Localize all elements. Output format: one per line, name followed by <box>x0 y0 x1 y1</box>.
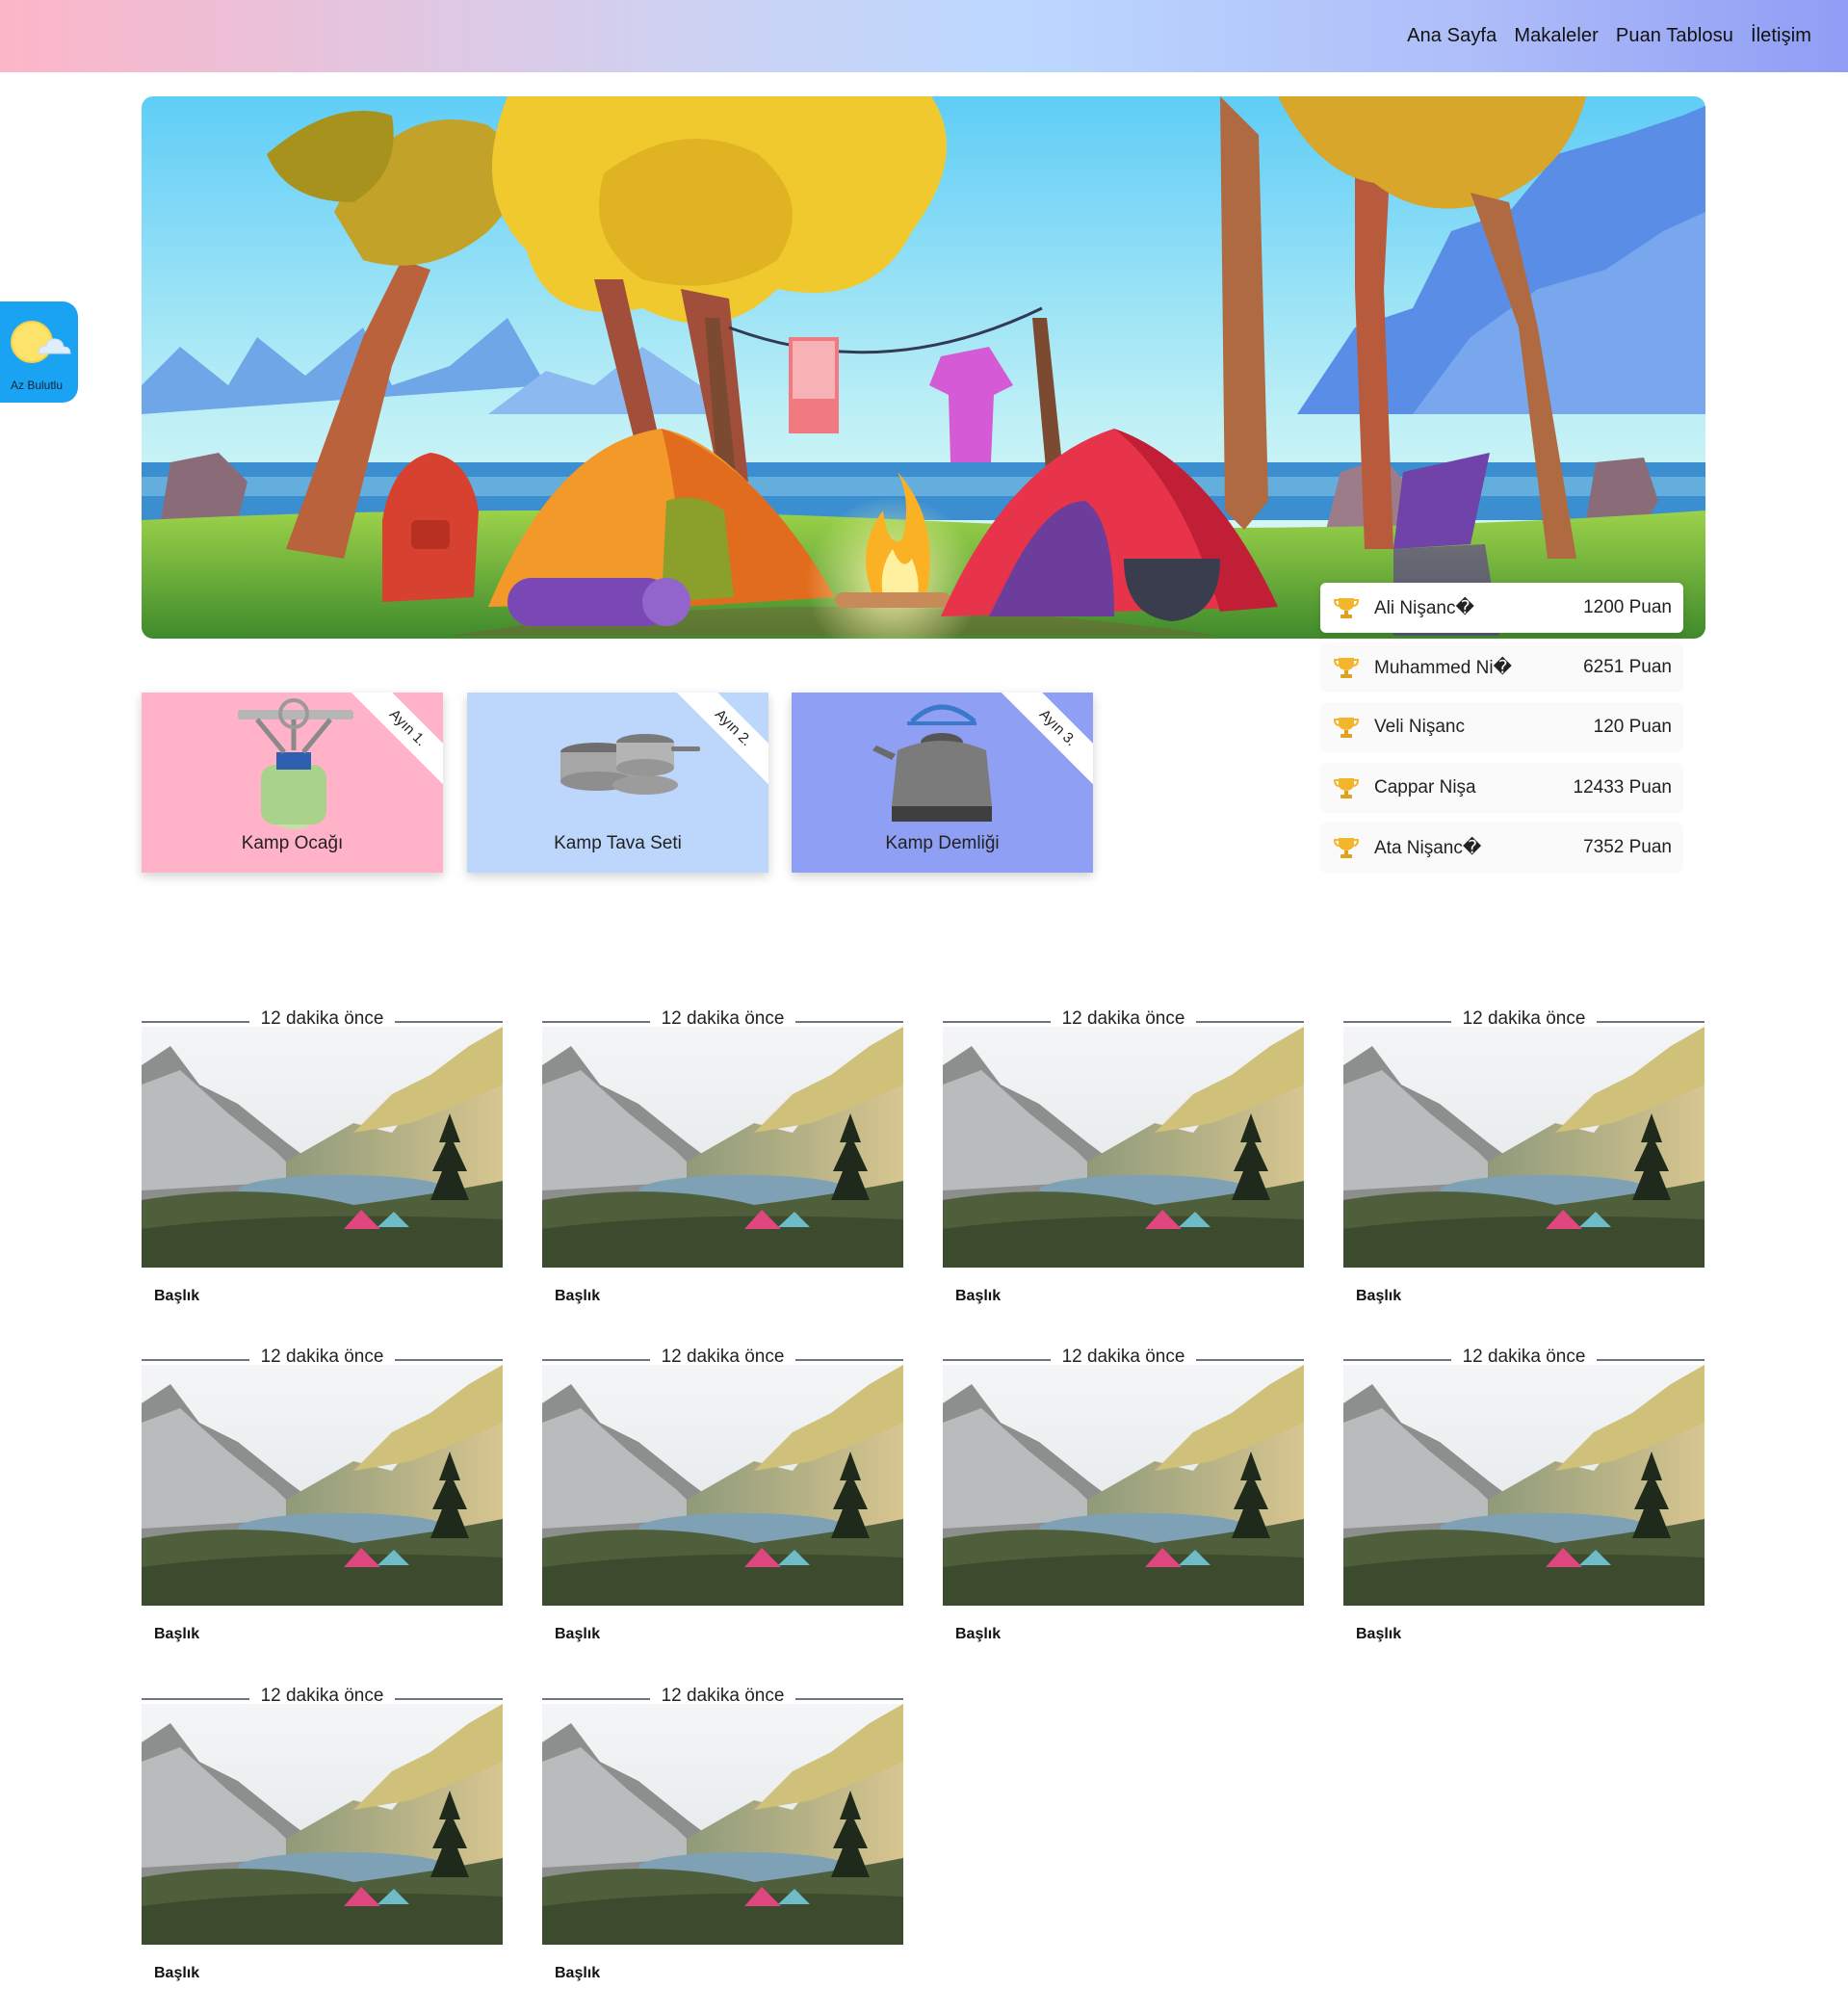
trophy-icon <box>1334 778 1359 798</box>
article-title[interactable]: Başlık <box>555 1626 600 1643</box>
product-card-camp-kettle[interactable]: Ayın 3. Kamp Demliği <box>792 693 1093 873</box>
article-title[interactable]: Başlık <box>555 1965 600 1982</box>
leaderboard-row[interactable]: Cappar Nişa 12433 Puan <box>1320 763 1683 813</box>
article-thumbnail[interactable] <box>943 1365 1304 1606</box>
article-card[interactable]: 12 dakika önce Başlık <box>542 1346 903 1652</box>
nav-link-contact[interactable]: İletişim <box>1751 25 1811 47</box>
article-card[interactable]: 12 dakika önce Başlık <box>1343 1008 1705 1314</box>
article-card[interactable]: 12 dakika önce Başlık <box>1343 1346 1705 1652</box>
article-title[interactable]: Başlık <box>955 1288 1001 1305</box>
article-title[interactable]: Başlık <box>1356 1288 1401 1305</box>
article-card[interactable]: 12 dakika önce Başlık <box>542 1008 903 1314</box>
article-title[interactable]: Başlık <box>955 1626 1001 1643</box>
top-navbar: Ana Sayfa Makaleler Puan Tablosu İletişi… <box>0 0 1848 72</box>
main-nav: Ana Sayfa Makaleler Puan Tablosu İletişi… <box>1407 0 1811 72</box>
nav-link-home[interactable]: Ana Sayfa <box>1407 25 1497 47</box>
article-card[interactable]: 12 dakika önce Başlık <box>542 1685 903 1991</box>
article-thumbnail[interactable] <box>1343 1027 1705 1268</box>
partly-cloudy-icon <box>11 321 71 363</box>
leaderboard-row[interactable]: Muhammed Ni� 6251 Puan <box>1320 642 1683 693</box>
weather-widget[interactable]: Az Bulutlu <box>0 301 78 403</box>
trophy-icon <box>1334 598 1359 618</box>
product-name: Kamp Tava Seti <box>554 833 682 853</box>
article-title[interactable]: Başlık <box>154 1288 199 1305</box>
article-title[interactable]: Başlık <box>1356 1626 1401 1643</box>
article-thumbnail[interactable] <box>542 1704 903 1945</box>
article-card[interactable]: 12 dakika önce Başlık <box>943 1008 1304 1314</box>
product-name: Kamp Ocağı <box>241 833 344 853</box>
article-thumbnail[interactable] <box>1343 1365 1705 1606</box>
player-name: Veli Nişanc <box>1374 717 1465 737</box>
article-thumbnail[interactable] <box>142 1365 503 1606</box>
player-name: Ali Nişanc� <box>1374 597 1474 618</box>
nav-link-articles[interactable]: Makaleler <box>1514 25 1599 47</box>
player-score: 7352 Puan <box>1583 837 1672 857</box>
article-thumbnail[interactable] <box>142 1704 503 1945</box>
trophy-icon <box>1334 838 1359 858</box>
article-card[interactable]: 12 dakika önce Başlık <box>943 1346 1304 1652</box>
player-name: Ata Nişanc� <box>1374 837 1482 858</box>
player-score: 1200 Puan <box>1583 597 1672 617</box>
article-title[interactable]: Başlık <box>555 1288 600 1305</box>
weather-label: Az Bulutlu <box>10 379 64 392</box>
leaderboard-row[interactable]: Ata Nişanc� 7352 Puan <box>1320 823 1683 873</box>
article-card[interactable]: 12 dakika önce Başlık <box>142 1008 503 1314</box>
player-score: 6251 Puan <box>1583 657 1672 677</box>
hero-banner <box>142 96 1705 639</box>
player-score: 120 Puan <box>1593 717 1672 737</box>
article-card[interactable]: 12 dakika önce Başlık <box>142 1346 503 1652</box>
article-title[interactable]: Başlık <box>154 1626 199 1643</box>
product-card-camp-stove[interactable]: Ayın 1. Kamp Ocağı <box>142 693 443 873</box>
camping-scene-illustration <box>142 96 1705 639</box>
trophy-icon <box>1334 718 1359 738</box>
player-score: 12433 Puan <box>1573 777 1673 798</box>
product-name: Kamp Demliği <box>885 833 1000 853</box>
article-thumbnail[interactable] <box>542 1027 903 1268</box>
article-thumbnail[interactable] <box>542 1365 903 1606</box>
leaderboard-row[interactable]: Veli Nişanc 120 Puan <box>1320 702 1683 752</box>
article-title[interactable]: Başlık <box>154 1965 199 1982</box>
nav-link-leaderboard[interactable]: Puan Tablosu <box>1616 25 1733 47</box>
player-name: Cappar Nişa <box>1374 777 1476 798</box>
article-thumbnail[interactable] <box>142 1027 503 1268</box>
article-card[interactable]: 12 dakika önce Başlık <box>142 1685 503 1991</box>
leaderboard-row[interactable]: Ali Nişanc� 1200 Puan <box>1320 583 1683 633</box>
trophy-icon <box>1334 658 1359 678</box>
player-name: Muhammed Ni� <box>1374 657 1513 678</box>
product-card-camp-pan-set[interactable]: Ayın 2. Kamp Tava Seti <box>467 693 768 873</box>
article-thumbnail[interactable] <box>943 1027 1304 1268</box>
